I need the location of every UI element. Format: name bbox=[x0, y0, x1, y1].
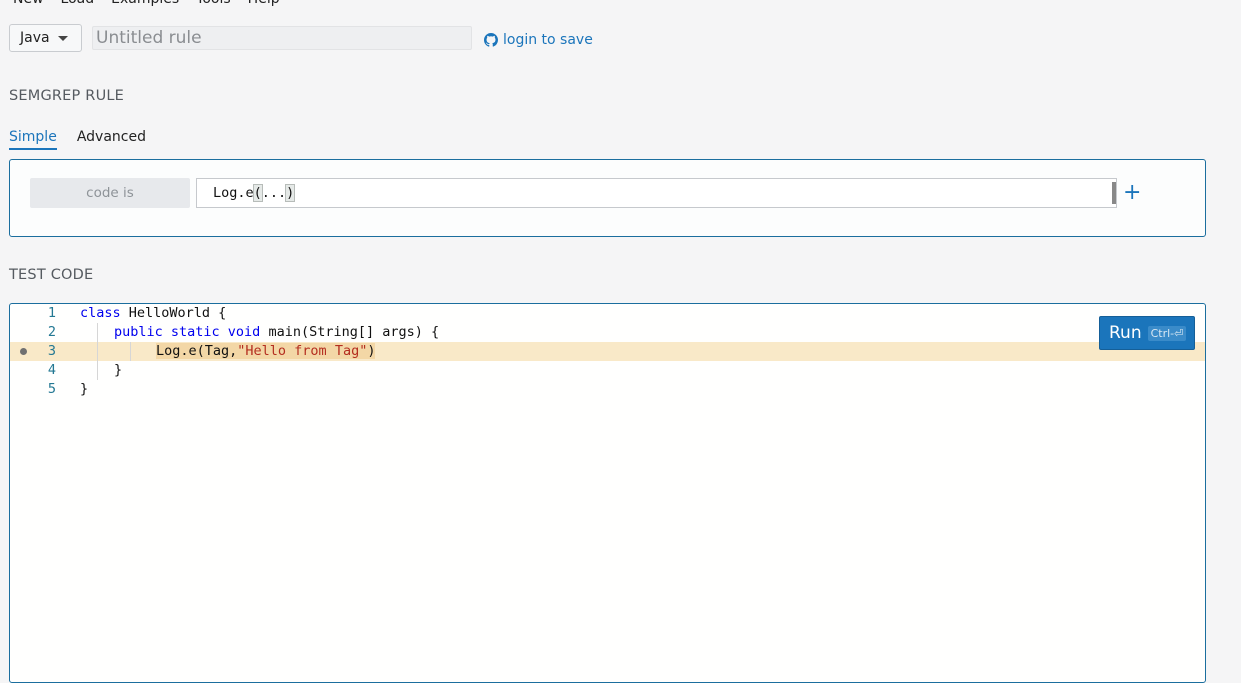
language-select-value: Java bbox=[20, 30, 50, 46]
tab-advanced[interactable]: Advanced bbox=[77, 129, 146, 150]
line-content: public static void main(String[] args) { bbox=[114, 324, 440, 340]
code-line-highlighted: 3 Log.e(Tag,"Hello from Tag") bbox=[10, 342, 1205, 361]
menu-new[interactable]: New bbox=[13, 0, 44, 8]
login-label: login to save bbox=[503, 32, 593, 48]
code-line: 2 public static void main(String[] args)… bbox=[10, 323, 1205, 342]
line-content: Log.e(Tag,"Hello from Tag") bbox=[156, 343, 376, 359]
indent-guide bbox=[130, 342, 131, 361]
test-code-heading: TEST CODE bbox=[9, 267, 94, 283]
rule-tabs: Simple Advanced bbox=[9, 129, 146, 150]
line-number: 2 bbox=[47, 324, 56, 340]
line-number: 1 bbox=[47, 305, 56, 321]
tab-simple[interactable]: Simple bbox=[9, 129, 57, 150]
rule-title-input[interactable] bbox=[92, 26, 472, 50]
run-button[interactable]: Run Ctrl-⏎ bbox=[1099, 316, 1195, 350]
line-number: 3 bbox=[47, 343, 56, 359]
chevron-down-icon bbox=[58, 36, 68, 41]
menu-tools[interactable]: Tools bbox=[196, 0, 231, 8]
line-number: 4 bbox=[47, 362, 56, 378]
test-code-editor[interactable]: 1 class HelloWorld { 2 public static voi… bbox=[9, 303, 1206, 683]
pattern-scrollbar[interactable] bbox=[1112, 182, 1116, 204]
pattern-prefix: Log.e bbox=[213, 185, 254, 201]
menu-bar: New Load Examples Tools Help bbox=[0, 0, 1241, 8]
menu-help[interactable]: Help bbox=[248, 0, 280, 8]
toolbar: Java login to save bbox=[9, 24, 593, 52]
line-number: 5 bbox=[47, 381, 56, 397]
menu-load[interactable]: Load bbox=[61, 0, 95, 8]
add-condition-button[interactable]: + bbox=[1123, 180, 1141, 206]
indent-guide bbox=[97, 342, 98, 361]
code-line: 1 class HelloWorld { bbox=[10, 304, 1205, 323]
rule-editor-panel: code is Log.e(...) + bbox=[9, 159, 1206, 237]
github-icon bbox=[484, 33, 498, 47]
code-is-label[interactable]: code is bbox=[30, 178, 190, 208]
run-label: Run bbox=[1109, 323, 1142, 343]
pattern-args: ... bbox=[261, 185, 287, 201]
pattern-close-paren: ) bbox=[285, 184, 296, 202]
run-shortcut-badge: Ctrl-⏎ bbox=[1147, 325, 1187, 341]
line-content: } bbox=[114, 362, 123, 378]
pattern-input[interactable]: Log.e(...) bbox=[196, 178, 1117, 208]
semgrep-rule-heading: SEMGREP RULE bbox=[9, 88, 125, 104]
code-line: 5 } bbox=[10, 380, 1205, 399]
line-content: } bbox=[80, 381, 89, 397]
login-to-save-link[interactable]: login to save bbox=[484, 28, 593, 48]
line-content: class HelloWorld { bbox=[80, 305, 227, 321]
code-line: 4 } bbox=[10, 361, 1205, 380]
indent-guide bbox=[97, 361, 98, 380]
language-select[interactable]: Java bbox=[9, 24, 82, 52]
indent-guide bbox=[97, 323, 98, 342]
pattern-open-paren: ( bbox=[252, 184, 263, 202]
match-marker-icon bbox=[20, 348, 27, 355]
menu-examples[interactable]: Examples bbox=[111, 0, 179, 8]
